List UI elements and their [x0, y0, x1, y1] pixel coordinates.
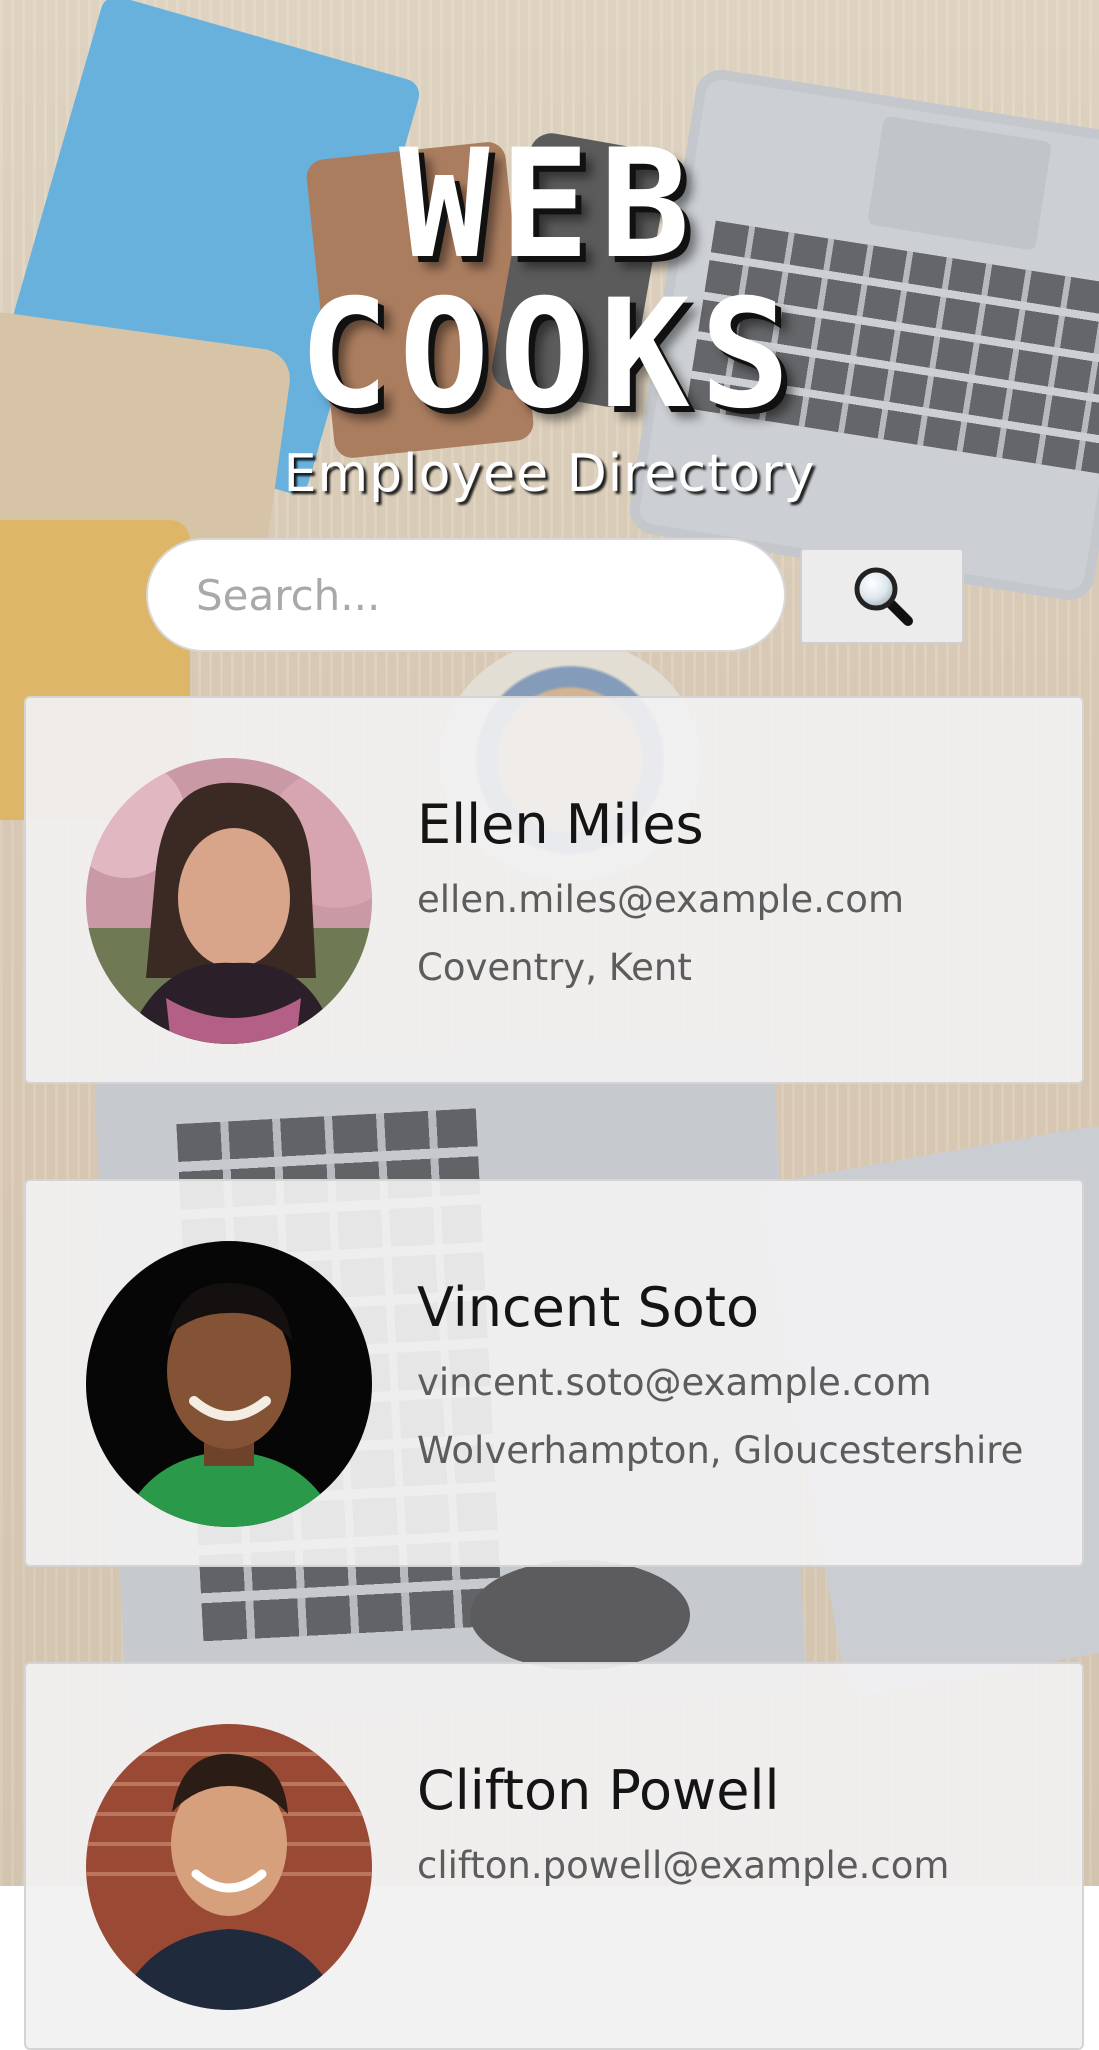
employee-location: Wolverhampton, Gloucestershire — [417, 1429, 1024, 1472]
site-header: WEB COOKS Employee Directory — [0, 130, 1099, 504]
employee-email[interactable]: ellen.miles@example.com — [417, 866, 1067, 934]
employee-info: Clifton Powell clifton.powell@example.co… — [417, 1756, 1067, 1900]
employee-info: Ellen Miles ellen.miles@example.com Cove… — [417, 790, 1067, 1002]
employee-email[interactable]: vincent.soto@example.com — [417, 1349, 1067, 1417]
avatar — [86, 1724, 372, 2010]
logo-line-2: COOKS — [298, 268, 801, 442]
site-logo: WEB COOKS — [0, 130, 1099, 430]
search-input[interactable] — [146, 538, 786, 652]
employee-email[interactable]: clifton.powell@example.com — [417, 1832, 1067, 1900]
logo-line-1: WEB — [399, 118, 700, 292]
page-subtitle: Employee Directory — [283, 444, 816, 504]
employee-location: Coventry, Kent — [417, 946, 692, 989]
search-icon — [850, 563, 914, 630]
employee-card[interactable]: Vincent Soto vincent.soto@example.com Wo… — [24, 1179, 1084, 1567]
avatar — [86, 1241, 372, 1527]
employee-card[interactable]: Ellen Miles ellen.miles@example.com Cove… — [24, 696, 1084, 1084]
employee-name: Vincent Soto — [417, 1276, 759, 1339]
search-bar — [146, 538, 966, 652]
employee-info: Vincent Soto vincent.soto@example.com Wo… — [417, 1273, 1067, 1485]
search-button[interactable] — [800, 548, 964, 644]
avatar — [86, 758, 372, 1044]
employee-name: Clifton Powell — [417, 1759, 780, 1822]
employee-card[interactable]: Clifton Powell clifton.powell@example.co… — [24, 1662, 1084, 2050]
employee-name: Ellen Miles — [417, 793, 704, 856]
